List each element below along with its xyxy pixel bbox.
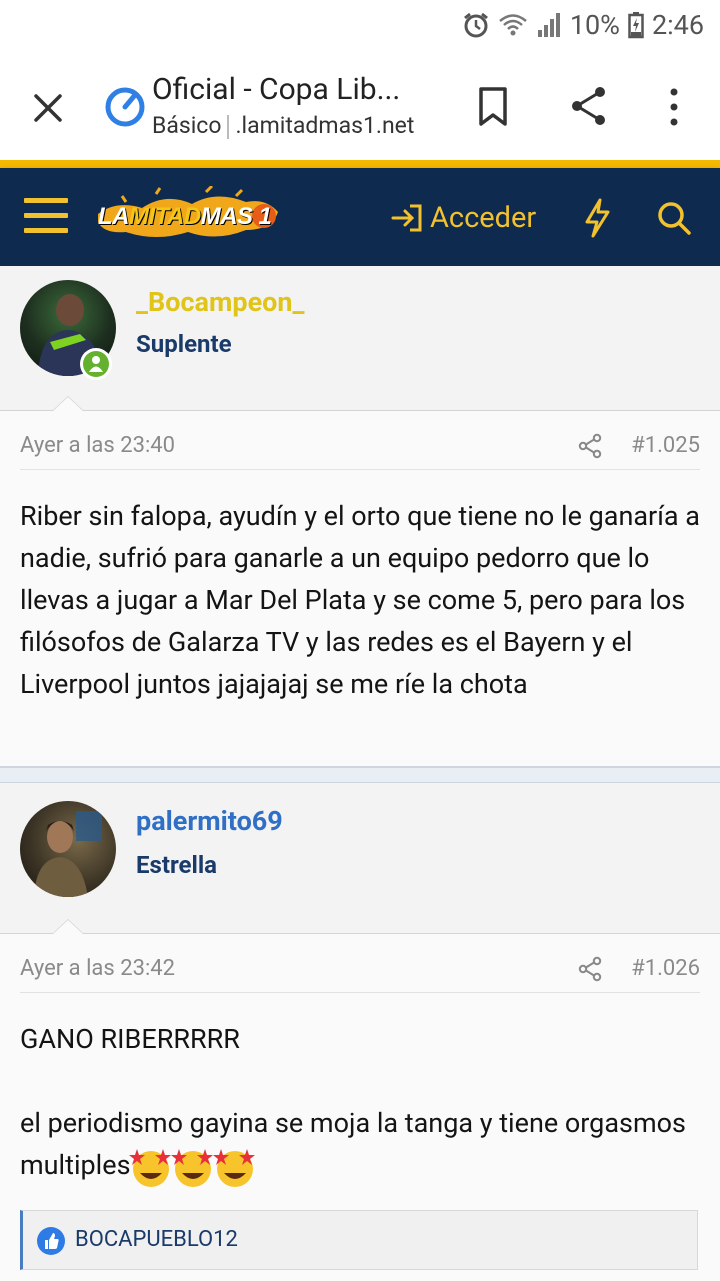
signal-icon	[537, 13, 560, 37]
hamburger-menu-icon[interactable]	[24, 198, 68, 234]
user-role: Estrella	[136, 851, 218, 879]
site-gauge-icon[interactable]	[104, 86, 146, 128]
share-post-icon[interactable]	[578, 433, 602, 459]
post-meta: Ayer a las 23:42 #1.026	[20, 956, 700, 993]
sign-in-icon	[391, 204, 422, 232]
post-body: Ayer a las 23:40 #1.025 Riber sin falopa…	[0, 396, 720, 767]
thread-content: _Bocampeon_ Suplente Ayer a las 23:40 #1…	[0, 266, 720, 1281]
logo-mas: MAS	[200, 203, 253, 230]
pointer-arrow	[52, 396, 84, 411]
login-label: Acceder	[430, 201, 537, 235]
avatar[interactable]	[20, 801, 116, 897]
lightning-icon[interactable]	[582, 198, 612, 238]
domain-label: .lamitadmas1.net	[235, 112, 415, 139]
site-logo[interactable]: LAMITADMAS 1	[96, 186, 280, 246]
liked-by-user[interactable]: BOCAPUEBLO12	[75, 1227, 238, 1252]
post-text-line-2: el periodismo gayina se moja la tanga y …	[20, 1102, 700, 1189]
likes-bar: BOCAPUEBLO12	[20, 1210, 698, 1270]
user-role: Suplente	[136, 330, 232, 358]
star-struck-emoji-icon	[212, 1148, 255, 1187]
star-struck-emoji-icon	[170, 1148, 213, 1187]
post-number[interactable]: #1.025	[631, 433, 700, 458]
post-text-content: el periodismo gayina se moja la tanga y …	[20, 1107, 686, 1181]
post-username[interactable]: _Bocampeon_	[136, 286, 305, 318]
post-meta: Ayer a las 23:40 #1.025	[20, 433, 700, 470]
battery-charging-icon	[628, 12, 644, 39]
share-icon[interactable]	[568, 84, 610, 128]
close-tab-icon[interactable]	[28, 88, 68, 128]
browser-toolbar: Oficial - Copa Lib... Básico .lamitadmas1…	[0, 50, 720, 160]
post-text: Riber sin falopa, ayudín y el orto que t…	[20, 500, 700, 700]
alarm-icon	[463, 12, 488, 38]
online-status-icon	[80, 348, 112, 380]
logo-la: LA	[98, 203, 130, 230]
separator	[227, 114, 230, 139]
post-date[interactable]: Ayer a las 23:40	[20, 433, 175, 458]
like-icon	[37, 1227, 65, 1255]
star-struck-emoji-icon	[128, 1148, 171, 1187]
bookmark-icon[interactable]	[476, 86, 510, 128]
battery-percent: 10%	[569, 9, 620, 41]
pointer-arrow	[52, 919, 84, 934]
post-author-header: palermito69 Estrella	[0, 783, 720, 933]
site-navbar: LAMITADMAS 1 Acceder	[0, 168, 720, 266]
post-number[interactable]: #1.026	[631, 956, 700, 981]
logo-one: 1	[258, 203, 272, 230]
page-title: Oficial - Copa Lib...	[152, 72, 401, 107]
post-text-line-1: GANO RIBERRRRR	[20, 1023, 240, 1055]
accent-stripe	[0, 160, 720, 168]
share-post-icon[interactable]	[578, 956, 602, 982]
page-subtitle: Básico .lamitadmas1.net	[152, 112, 414, 139]
search-icon[interactable]	[656, 200, 692, 236]
post-author-header: _Bocampeon_ Suplente	[0, 266, 720, 409]
more-options-icon[interactable]	[660, 86, 688, 128]
post-username[interactable]: palermito69	[136, 805, 283, 837]
star-struck-emojis	[128, 1148, 257, 1187]
wifi-icon	[499, 14, 527, 36]
post-date[interactable]: Ayer a las 23:42	[20, 956, 175, 981]
login-link[interactable]: Acceder	[390, 198, 536, 238]
clock: 2:46	[651, 9, 704, 41]
mode-label: Básico	[152, 112, 222, 139]
post-divider	[0, 766, 720, 783]
logo-mitad: MITAD	[129, 203, 201, 230]
status-bar: 10% 2:46	[0, 0, 720, 50]
